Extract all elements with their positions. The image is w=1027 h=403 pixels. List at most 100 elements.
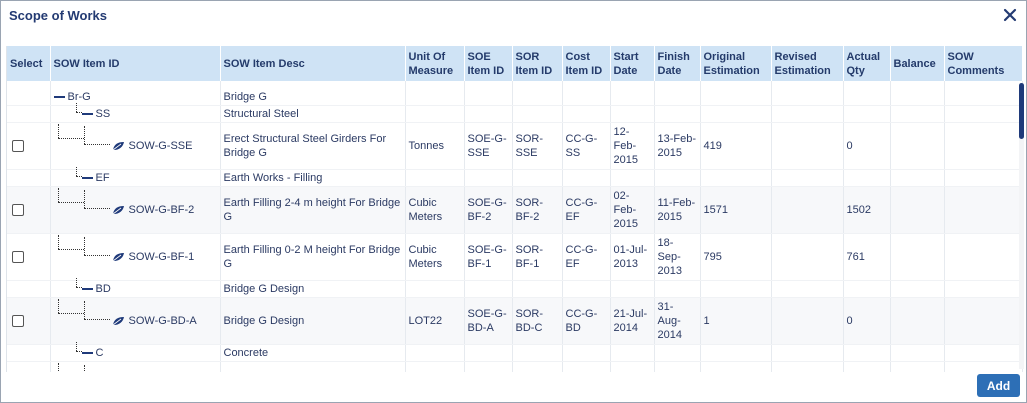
tree-node-cell[interactable]: BD (50, 278, 221, 298)
empty-cell (654, 344, 701, 362)
balance-cell (890, 122, 945, 170)
empty-cell (610, 280, 655, 298)
row-checkbox[interactable] (12, 140, 24, 153)
column-header[interactable]: SOE Item ID (464, 46, 513, 81)
tree-node-label: BD (95, 283, 111, 295)
column-header[interactable]: Unit Of Measure (405, 46, 465, 81)
select-cell (7, 89, 51, 106)
empty-cell (512, 169, 563, 187)
sow-item-id-cell[interactable]: SOW-G-C-2 (50, 361, 221, 372)
collapse-icon[interactable] (81, 113, 93, 116)
row-checkbox[interactable] (12, 204, 24, 217)
empty-cell (512, 105, 563, 123)
tree-node-cell[interactable]: EF (50, 167, 221, 187)
column-header[interactable]: Balance (890, 46, 945, 81)
tree-node-cell[interactable]: SS (50, 103, 221, 123)
tree-group-row[interactable]: C Concrete (7, 342, 1023, 362)
close-icon[interactable] (1002, 7, 1018, 23)
sow-item-id-cell[interactable]: SOW-G-BD-A (50, 297, 221, 345)
desc-cell: Bridge G Design (220, 297, 406, 345)
table-row[interactable]: SOW-G-BD-A Bridge G Design LOT22 SOE-G-BD-A… (7, 297, 1023, 345)
column-header[interactable]: Cost Item ID (562, 46, 611, 81)
empty-cell (890, 344, 945, 362)
vertical-scrollbar[interactable] (1019, 83, 1024, 369)
collapse-icon[interactable] (81, 352, 93, 355)
table-row[interactable]: SOW-G-SSE Erect Structural Steel Girders … (7, 122, 1023, 170)
column-header[interactable]: Actual Qty (843, 46, 891, 81)
orig-cell: 419 (700, 122, 772, 170)
desc-cell: Erect Structural Steel Girders For Bridg… (220, 122, 406, 170)
sow-grid: Select SOW Item ID SOW Item Desc Unit Of Me… (6, 46, 1023, 372)
collapse-icon[interactable] (53, 96, 65, 99)
leaf-icon (112, 253, 124, 262)
comments-cell (944, 361, 1023, 372)
uom-cell: LOT22 (405, 297, 465, 345)
scrollbar-thumb[interactable] (1019, 83, 1024, 139)
column-header[interactable]: Start Date (610, 46, 655, 81)
balance-cell (890, 297, 945, 345)
empty-cell (843, 105, 891, 123)
empty-cell (562, 169, 611, 187)
uom-cell: Cubic Meters (405, 233, 465, 281)
empty-cell (771, 344, 844, 362)
header-row: Select SOW Item ID SOW Item Desc Unit Of Me… (7, 46, 1023, 81)
row-checkbox[interactable] (12, 251, 24, 264)
column-header[interactable]: SOR Item ID (512, 46, 563, 81)
cost-cell: CC-G-EF (562, 186, 611, 234)
finish-cell: 11-Feb-2015 (654, 186, 701, 234)
empty-cell (654, 169, 701, 187)
revised-cell (771, 361, 844, 372)
empty-cell (405, 89, 465, 106)
empty-cell (654, 89, 701, 106)
select-cell (7, 169, 51, 187)
finish-cell: 20-Jan- (654, 361, 701, 372)
tree-group-row[interactable]: BD Bridge G Design (7, 278, 1023, 298)
empty-cell (464, 344, 513, 362)
sow-item-id-cell[interactable]: SOW-G-BF-2 (50, 186, 221, 234)
soe-cell: SOE-G-BF-2 (464, 186, 513, 234)
table-row[interactable]: SOW-G-BF-2 Earth Filling 2-4 m height For… (7, 186, 1023, 234)
sow-item-id: SOW-G-SSE (128, 140, 193, 152)
desc-cell: Bridge G (220, 89, 406, 106)
collapse-icon[interactable] (81, 177, 93, 180)
tree-node-label: EF (95, 172, 110, 184)
sow-table: Select SOW Item ID SOW Item Desc Unit Of Me… (7, 46, 1023, 372)
column-header[interactable]: SOW Item Desc (220, 46, 406, 81)
empty-cell (843, 344, 891, 362)
uom-cell: Cubic Meters (405, 186, 465, 234)
orig-cell: 1 (700, 297, 772, 345)
empty-cell (944, 169, 1023, 187)
add-button[interactable]: Add (977, 374, 1020, 397)
table-row[interactable]: SOW-G-C-2Concrete M20 mix for Piers ForC… (7, 361, 1023, 372)
column-header[interactable]: Original Estimation (700, 46, 772, 81)
cost-cell: CC-G-SS (562, 122, 611, 170)
sow-item-id-cell[interactable]: SOW-G-SSE (50, 122, 221, 170)
tree-node-cell[interactable]: C (50, 342, 221, 362)
table-row[interactable]: SOW-G-BF-1 Earth Filling 0-2 M height For… (7, 233, 1023, 281)
empty-cell (464, 105, 513, 123)
select-cell (7, 105, 51, 123)
empty-cell (700, 344, 772, 362)
sor-cell: SOR-BF-2 (512, 186, 563, 234)
tree-group-row[interactable]: EF Earth Works - Filling (7, 167, 1023, 187)
tree-group-row[interactable]: Br-G Bridge G (7, 89, 1023, 106)
finish-cell: 13-Feb-2015 (654, 122, 701, 170)
leaf-icon (112, 142, 124, 151)
select-cell (7, 344, 51, 362)
row-checkbox[interactable] (12, 315, 24, 328)
start-cell: 15- (610, 361, 655, 372)
empty-cell (944, 105, 1023, 123)
column-header[interactable]: Select (7, 46, 51, 81)
empty-cell (610, 169, 655, 187)
column-header[interactable]: Revised Estimation (771, 46, 844, 81)
column-header[interactable]: SOW Item ID (50, 46, 221, 81)
sor-cell: SOR-C-2 (512, 361, 563, 372)
desc-cell: Concrete M20 mix for Piers For (220, 361, 406, 372)
empty-cell (405, 280, 465, 298)
spacer-row (7, 81, 1023, 89)
sow-item-id-cell[interactable]: SOW-G-BF-1 (50, 233, 221, 281)
column-header[interactable]: Finish Date (654, 46, 701, 81)
column-header[interactable]: SOW Comments (944, 46, 1023, 81)
tree-group-row[interactable]: SS Structural Steel (7, 103, 1023, 123)
collapse-icon[interactable] (81, 288, 93, 291)
